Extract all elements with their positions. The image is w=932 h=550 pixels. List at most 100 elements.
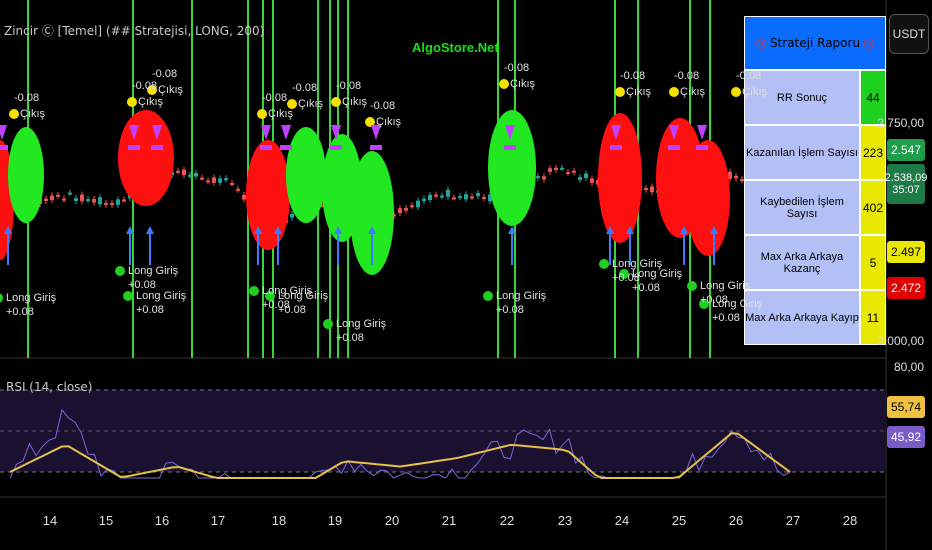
exit-arrow-base	[280, 145, 292, 150]
exit-arrow-head	[281, 125, 291, 140]
candle	[572, 170, 576, 173]
exit-arrow-base	[260, 145, 272, 150]
candle	[200, 177, 204, 180]
candle	[440, 195, 444, 198]
exit-label: Çıkış	[510, 78, 536, 90]
exit-value-label: -0.08	[620, 70, 646, 82]
currency-button[interactable]: USDT	[889, 14, 929, 54]
medal-icon: ◎	[863, 35, 875, 51]
time-label: 22	[499, 513, 515, 528]
candle	[206, 180, 210, 183]
exit-label: Çıkış	[138, 96, 164, 108]
entry-label: Long Giriş	[632, 268, 683, 280]
countdown: 35:07	[892, 184, 920, 196]
candle	[398, 208, 402, 214]
exit-label: Çıkış	[298, 98, 324, 110]
report-row: Max Arka Arkaya Kayıp 11	[745, 291, 885, 344]
current-price-label: 2.538,09 35:07	[885, 164, 927, 204]
exit-arrow-base	[370, 145, 382, 150]
exit-arrow-base	[330, 145, 342, 150]
report-title: Strateji Raporu	[769, 36, 861, 50]
candle	[458, 196, 462, 199]
indicator-title: Zincir Ⓒ [Temel] (## Stratejisi, LONG, 2…	[4, 24, 265, 38]
report-row-label: Kazanılan İşlem Sayısı	[745, 126, 861, 179]
exit-arrow-base	[668, 145, 680, 150]
report-row: Max Arka Arkaya Kazanç 5	[745, 236, 885, 291]
exit-label: Çıkış	[342, 96, 368, 108]
candle	[650, 186, 654, 193]
candle	[470, 196, 474, 199]
exit-value-label: -0.08	[14, 92, 40, 104]
candle	[104, 202, 108, 205]
exit-label: Çıkış	[680, 86, 706, 98]
candle	[584, 173, 588, 179]
loss-trade-marker	[686, 140, 730, 256]
candle	[74, 198, 78, 201]
rsi-tick: 80,00	[893, 360, 924, 374]
candle	[422, 198, 426, 202]
exit-value-label: -0.08	[336, 80, 362, 92]
candle	[56, 194, 60, 197]
candle	[176, 170, 180, 173]
candle	[236, 188, 240, 191]
candle	[110, 202, 114, 205]
candle	[482, 197, 486, 200]
exit-label: Çıkış	[158, 84, 184, 96]
entry-value-label: +0.08	[336, 332, 364, 344]
candle	[542, 176, 546, 180]
price-label: 2.547	[887, 139, 925, 161]
exit-value-label: -0.08	[262, 92, 288, 104]
time-label: 15	[98, 513, 114, 528]
candle	[50, 195, 54, 201]
entry-arrow-head	[146, 226, 154, 234]
entry-dot	[123, 291, 133, 301]
report-row: RR Sonuç 44	[745, 71, 885, 126]
exit-value-label: -0.08	[370, 100, 396, 112]
entry-value-label: +0.08	[496, 304, 524, 316]
exit-label: Çıkış	[626, 86, 652, 98]
entry-value-label: +0.08	[136, 304, 164, 316]
exit-dot	[257, 109, 267, 119]
entry-label: Long Giriş	[496, 290, 547, 302]
exit-arrow-base	[151, 145, 163, 150]
report-row-label: Kaybedilen İşlem Sayısı	[745, 181, 861, 234]
entry-dot	[323, 319, 333, 329]
exit-value-label: -0.08	[292, 82, 318, 94]
price-tick: 2.000,00	[877, 334, 924, 348]
exit-dot	[731, 87, 741, 97]
time-label: 16	[154, 513, 170, 528]
exit-dot	[331, 97, 341, 107]
exit-arrow-head	[0, 125, 7, 140]
candle	[404, 208, 408, 211]
candle	[560, 167, 564, 170]
report-row-value: 402	[861, 181, 885, 234]
candle	[62, 198, 66, 201]
time-label: 21	[441, 513, 457, 528]
win-trade-marker	[286, 127, 326, 223]
exit-label: Çıkış	[742, 86, 768, 98]
candle	[98, 197, 102, 205]
exit-value-label: -0.08	[152, 68, 178, 80]
time-label: 23	[557, 513, 573, 528]
loss-trade-marker	[598, 113, 642, 243]
report-row: Kazanılan İşlem Sayısı 223	[745, 126, 885, 181]
candle	[428, 194, 432, 201]
medal-icon: ◎	[755, 35, 767, 51]
time-label: 17	[210, 513, 226, 528]
candle	[734, 175, 738, 179]
candle	[188, 174, 192, 177]
candle	[242, 194, 246, 200]
exit-label: Çıkış	[268, 108, 294, 120]
candle	[230, 182, 234, 185]
exit-value-label: -0.08	[504, 62, 530, 74]
candle	[476, 193, 480, 197]
time-label: 25	[671, 513, 687, 528]
entry-label: Long Giriş	[136, 290, 187, 302]
exit-dot	[9, 109, 19, 119]
candle	[446, 189, 450, 197]
exit-value-label: -0.08	[674, 70, 700, 82]
report-row-value: 5	[861, 236, 885, 289]
candle	[194, 173, 198, 177]
exit-arrow-base	[128, 145, 140, 150]
rsi-ma-label: 55,74	[887, 396, 925, 418]
